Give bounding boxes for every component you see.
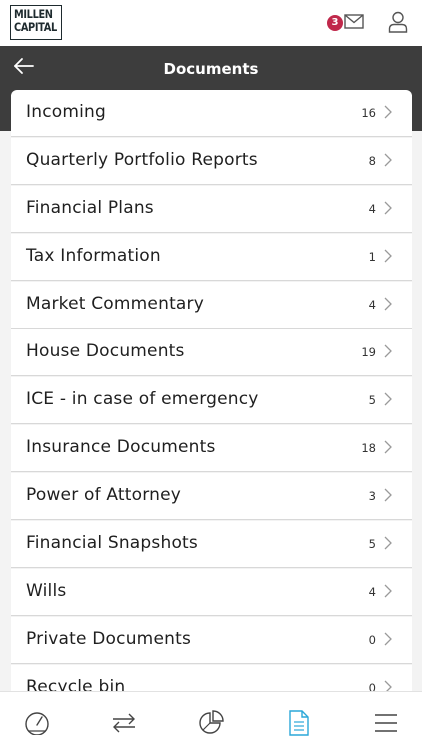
- folder-count: 19: [361, 345, 376, 360]
- bottom-tab-bar: [0, 692, 422, 750]
- folder-count: 8: [368, 153, 376, 168]
- folder-label: Private Documents: [26, 628, 191, 649]
- folder-row[interactable]: Market Commentary 4: [11, 281, 412, 328]
- chevron-right-icon: [384, 201, 392, 215]
- tab-transfers[interactable]: [109, 710, 139, 736]
- folder-count: 4: [368, 201, 376, 216]
- folder-label: Wills: [26, 580, 67, 601]
- folder-row[interactable]: Wills 4: [11, 568, 412, 615]
- folder-count: 3: [368, 489, 376, 504]
- dashboard-gauge-icon: [25, 712, 49, 735]
- page-title: Documents: [163, 60, 259, 78]
- folder-count: 4: [368, 297, 376, 312]
- top-bar: MILLEN CAPITAL 3: [0, 0, 422, 46]
- folder-count: 16: [361, 106, 376, 120]
- folder-label: Financial Plans: [26, 197, 154, 218]
- folder-label: Insurance Documents: [26, 437, 216, 458]
- user-icon[interactable]: [388, 11, 408, 33]
- chevron-right-icon: [384, 249, 392, 263]
- transfer-arrows-icon: [113, 713, 135, 733]
- folder-count: 5: [368, 393, 376, 408]
- tab-documents[interactable]: [284, 710, 314, 736]
- folder-row[interactable]: Tax Information 1: [11, 233, 412, 280]
- chevron-right-icon: [384, 488, 392, 502]
- chevron-right-icon: [384, 105, 392, 119]
- folder-row[interactable]: Quarterly Portfolio Reports 8: [11, 137, 412, 184]
- folder-row[interactable]: ICE - in case of emergency 5: [11, 377, 412, 424]
- folder-count: 18: [361, 441, 376, 456]
- folder-count: 5: [368, 537, 376, 552]
- folder-row[interactable]: Insurance Documents 18: [11, 425, 412, 472]
- folder-row[interactable]: Financial Plans 4: [11, 185, 412, 232]
- folder-label: House Documents: [26, 341, 185, 362]
- folder-row[interactable]: House Documents 19: [11, 329, 412, 376]
- chevron-right-icon: [384, 344, 392, 358]
- folder-row[interactable]: Power of Attorney 3: [11, 473, 412, 520]
- folder-count: 0: [368, 632, 376, 647]
- chevron-right-icon: [384, 632, 392, 646]
- folder-label: Tax Information: [26, 245, 161, 266]
- tab-dashboard[interactable]: [22, 710, 52, 736]
- folder-label: Financial Snapshots: [26, 533, 198, 554]
- folder-label: Market Commentary: [26, 293, 204, 314]
- messages-button[interactable]: 3: [327, 12, 365, 34]
- logo-line-2: CAPITAL: [14, 20, 57, 34]
- folder-count: 4: [368, 584, 376, 599]
- millen-capital-logo[interactable]: MILLEN CAPITAL: [10, 5, 62, 40]
- chevron-right-icon: [384, 584, 392, 598]
- chevron-right-icon: [384, 392, 392, 406]
- tab-menu[interactable]: [371, 710, 401, 736]
- folder-list: Incoming 16 Quarterly Portfolio Reports …: [11, 90, 412, 713]
- folder-label: Power of Attorney: [26, 485, 182, 506]
- pie-chart-icon: [199, 710, 224, 734]
- folder-label: ICE - in case of emergency: [26, 389, 259, 410]
- folder-label: Incoming: [26, 102, 106, 122]
- unread-badge: 3: [327, 15, 343, 31]
- folder-row[interactable]: Financial Snapshots 5: [11, 521, 412, 568]
- chevron-right-icon: [384, 536, 392, 550]
- document-icon: [289, 710, 309, 736]
- chevron-right-icon: [384, 440, 392, 454]
- mail-icon: [344, 14, 364, 29]
- chevron-right-icon: [384, 297, 392, 311]
- folder-count: 1: [368, 249, 376, 264]
- folder-label: Quarterly Portfolio Reports: [26, 149, 258, 170]
- chevron-right-icon: [384, 153, 392, 167]
- folder-row[interactable]: Private Documents 0: [11, 616, 412, 663]
- menu-icon: [375, 714, 397, 732]
- tab-portfolio[interactable]: [196, 710, 226, 736]
- folder-row[interactable]: Incoming 16: [11, 90, 412, 136]
